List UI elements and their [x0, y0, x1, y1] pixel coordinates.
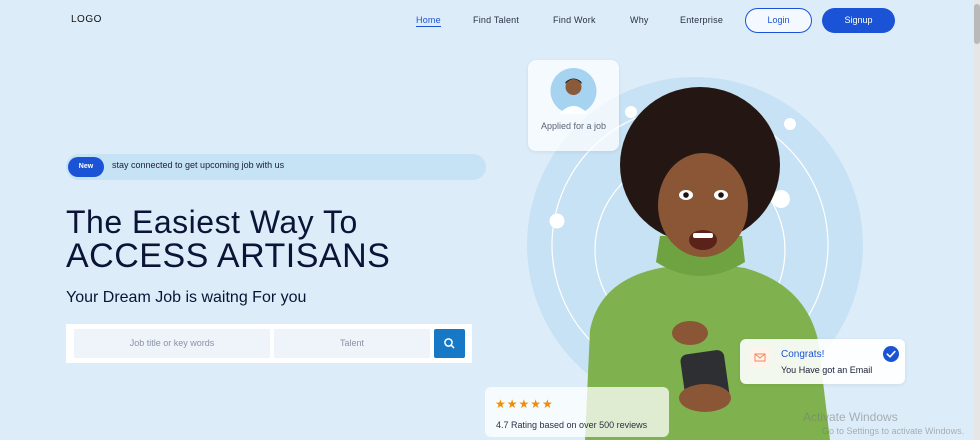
orbit-dot: [784, 118, 796, 130]
nav-enterprise[interactable]: Enterprise: [680, 15, 723, 25]
nav-home[interactable]: Home: [416, 15, 441, 27]
page-scrollbar[interactable]: [974, 0, 980, 440]
hero-title-line1: The Easiest Way To: [66, 204, 358, 240]
applied-label: Applied for a job: [540, 121, 607, 131]
pupil-right: [718, 192, 724, 198]
search-icon: [444, 338, 455, 349]
rating-text: 4.7 Rating based on over 500 reviews: [496, 420, 648, 430]
search-button[interactable]: [434, 329, 465, 358]
new-badge: New: [68, 157, 104, 177]
orbit-dot: [625, 106, 637, 118]
rating-card[interactable]: ★★★★★ 4.7 Rating based on over 500 revie…: [485, 387, 669, 437]
hand-pointing: [672, 321, 708, 345]
applied-card[interactable]: Applied for a job: [528, 60, 619, 151]
scrollbar-thumb[interactable]: [974, 4, 980, 44]
congrats-text: You Have got an Email: [781, 365, 873, 375]
logo[interactable]: LOGO: [71, 14, 102, 25]
windows-watermark-title: Activate Windows: [803, 410, 898, 424]
login-button[interactable]: Login: [745, 8, 812, 33]
announcement-text: stay connected to get upcoming job with …: [112, 160, 285, 170]
congrats-title: Congrats!: [781, 349, 825, 360]
signup-button[interactable]: Signup: [822, 8, 895, 33]
mail-icon: [750, 347, 770, 367]
nav-why[interactable]: Why: [630, 15, 649, 25]
avatar: [550, 68, 597, 114]
nav-find-talent[interactable]: Find Talent: [473, 15, 519, 25]
hero-title-line2: ACCESS ARTISANS: [66, 237, 391, 275]
search-bar: Job title or key words Talent: [66, 324, 472, 363]
windows-watermark-text: Go to Settings to activate Windows.: [822, 426, 965, 436]
teeth: [693, 233, 713, 238]
congrats-card[interactable]: Congrats! You Have got an Email: [740, 339, 905, 384]
hand-holding: [679, 384, 731, 412]
orbit-dot: [549, 213, 565, 229]
talent-input[interactable]: Talent: [274, 329, 430, 358]
check-icon: [883, 346, 899, 362]
announcement-bar[interactable]: New stay connected to get upcoming job w…: [66, 154, 486, 180]
rating-stars: ★★★★★: [495, 397, 554, 411]
job-title-input[interactable]: Job title or key words: [74, 329, 270, 358]
pupil-left: [683, 192, 689, 198]
hero-subtitle: Your Dream Job is waitng For you: [66, 289, 307, 306]
nav-find-work[interactable]: Find Work: [553, 15, 596, 25]
